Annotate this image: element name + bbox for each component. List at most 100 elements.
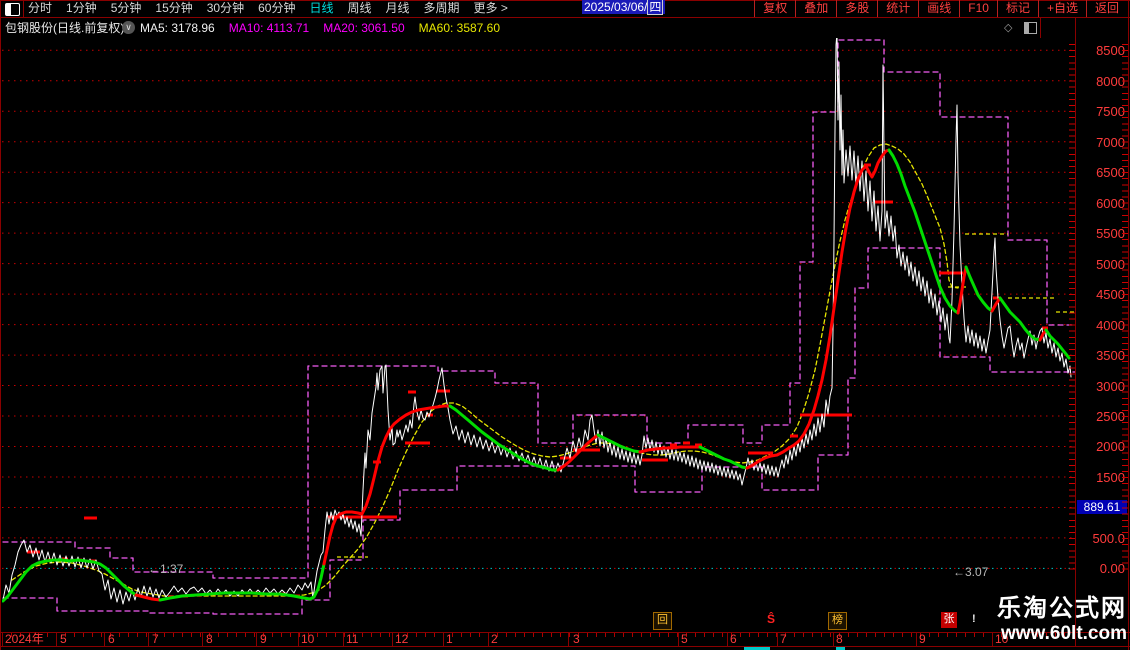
period-tab-30分钟[interactable]: 30分钟	[207, 0, 244, 17]
price-axis-label: 2500	[1096, 409, 1125, 425]
crosshair-weekday: 四	[647, 0, 664, 15]
window-left-border	[0, 0, 1, 650]
month-separator	[678, 632, 679, 646]
period-tab-多周期[interactable]: 多周期	[424, 0, 460, 17]
event-marker-榜[interactable]: 榜	[828, 612, 847, 630]
month-separator	[443, 632, 444, 646]
event-marker-![interactable]: !	[972, 612, 976, 628]
split-panel-icon[interactable]	[1024, 22, 1037, 34]
tool-menu-统计[interactable]: 统计	[877, 0, 918, 17]
ma60-line	[11, 143, 959, 597]
period-tab-更多 >[interactable]: 更多 >	[474, 0, 508, 17]
panel-toggle-icon[interactable]	[5, 3, 20, 16]
trend-line-down	[596, 433, 642, 454]
month-separator	[148, 632, 149, 646]
trend-line-down	[887, 148, 960, 315]
month-label: 12	[395, 632, 409, 646]
ma-label: MA20: 3061.50	[323, 21, 405, 35]
tool-menu-+自选[interactable]: +自选	[1037, 0, 1086, 17]
price-chart-canvas[interactable]	[0, 0, 1130, 650]
tool-menu-标记[interactable]: 标记	[996, 0, 1038, 17]
price-axis-label: 2000	[1096, 439, 1125, 455]
period-tab-日线[interactable]: 日线	[309, 0, 333, 17]
axis-left-border	[1075, 17, 1076, 646]
period-tabs: 分时 1分钟 5分钟 15分钟 30分钟 60分钟 日线 周线 月线 多周期 更多 >	[28, 0, 508, 17]
month-separator	[392, 632, 393, 646]
trend-line-up	[322, 404, 452, 566]
watermark-name: 乐淘公式网	[997, 595, 1127, 622]
month-label: 6	[730, 632, 737, 646]
trend-line-down	[1044, 328, 1071, 360]
diamond-icon[interactable]: ◇	[1004, 18, 1012, 38]
month-label: 8	[836, 632, 843, 646]
price-axis-label: 7500	[1096, 104, 1125, 120]
period-tab-15分钟[interactable]: 15分钟	[155, 0, 192, 17]
xaxis-bottom-border	[0, 646, 1130, 647]
chart-header: 包钢股份(日线.前复权) ∨ MA5: 3178.96 MA10: 4113.71…	[0, 18, 1130, 38]
price-axis-label: 4500	[1096, 287, 1125, 303]
ma-value-labels: MA5: 3178.96 MA10: 4113.71 MA20: 3061.50 MA…	[140, 18, 500, 38]
event-marker-张[interactable]: 张	[941, 612, 957, 628]
month-separator	[202, 632, 203, 646]
month-separator	[568, 632, 569, 646]
lower-channel-band	[2, 247, 1075, 615]
month-label: 5	[681, 632, 688, 646]
price-axis-label: 4000	[1096, 317, 1125, 333]
month-separator	[777, 632, 778, 646]
price-axis-label: 500.0	[1092, 530, 1125, 546]
tool-menu: 复权 叠加 多股 统计 画线 F10 标记 +自选 返回	[754, 0, 1127, 17]
watermark: 乐淘公式网 www.60lt.com	[997, 588, 1127, 645]
month-label: 2024年	[5, 632, 44, 646]
period-tab-周线[interactable]: 周线	[347, 0, 371, 17]
price-axis-label: 5500	[1096, 226, 1125, 242]
ma-label: MA5: 3178.96	[140, 21, 215, 35]
watermark-url: www.60lt.com	[1001, 623, 1127, 644]
last-price-badge: 889.61	[1077, 500, 1127, 514]
price-axis-label: 3000	[1096, 378, 1125, 394]
period-tab-5分钟[interactable]: 5分钟	[111, 0, 142, 17]
chevron-down-icon[interactable]: ∨	[122, 21, 135, 34]
month-separator	[727, 632, 728, 646]
price-axis-label: 7000	[1096, 134, 1125, 150]
price-axis-label: 3500	[1096, 348, 1125, 364]
trend-line-up	[134, 593, 162, 602]
period-toolbar: 分时 1分钟 5分钟 15分钟 30分钟 60分钟 日线 周线 月线 多周期 更多 > 复权 叠加 多股…	[0, 0, 1130, 17]
period-tab-分时[interactable]: 分时	[28, 0, 52, 17]
tool-menu-叠加[interactable]: 叠加	[795, 0, 836, 17]
price-axis-label: 8000	[1096, 73, 1125, 89]
period-tab-月线[interactable]: 月线	[386, 0, 410, 17]
tool-menu-F10[interactable]: F10	[959, 0, 997, 17]
trend-line-down	[964, 265, 994, 313]
tool-menu-画线[interactable]: 画线	[918, 0, 959, 17]
event-marker-Ŝ[interactable]: Ŝ	[767, 612, 775, 628]
price-axis-label: 5000	[1096, 256, 1125, 272]
tool-menu-复权[interactable]: 复权	[754, 0, 795, 17]
month-label: 7	[780, 632, 787, 646]
event-marker-回[interactable]: 回	[653, 612, 672, 630]
tool-menu-多股[interactable]: 多股	[836, 0, 877, 17]
month-separator	[833, 632, 834, 646]
price-axis-label: 1500	[1096, 469, 1125, 485]
upper-channel-band	[2, 39, 1075, 579]
month-separator	[343, 632, 344, 646]
price-axis-label: 0.00	[1099, 561, 1125, 577]
month-label: 5	[60, 632, 67, 646]
price-annotation: ←1:37	[148, 562, 184, 576]
month-separator	[916, 632, 917, 646]
price-axis-label: 8500	[1096, 43, 1125, 59]
date-axis: 2024年 5 6 7 8 9 10 11 12 1 2 3 5 6 7 8 9 10	[0, 632, 1130, 646]
price-axis-ticks-inner	[1069, 44, 1075, 572]
price-annotation: ←3.07	[953, 565, 989, 579]
month-label: 9	[260, 632, 267, 646]
price-axis-label: 6000	[1096, 195, 1125, 211]
month-separator	[104, 632, 105, 646]
month-label: 3	[573, 632, 580, 646]
month-label: 8	[206, 632, 213, 646]
trend-line-down	[998, 296, 1042, 342]
period-tab-60分钟[interactable]: 60分钟	[258, 0, 295, 17]
month-separator	[992, 632, 993, 646]
stock-title: 包钢股份(日线.前复权)	[5, 21, 125, 35]
tool-menu-返回[interactable]: 返回	[1085, 0, 1127, 17]
month-label: 6	[108, 632, 115, 646]
period-tab-1分钟[interactable]: 1分钟	[66, 0, 97, 17]
